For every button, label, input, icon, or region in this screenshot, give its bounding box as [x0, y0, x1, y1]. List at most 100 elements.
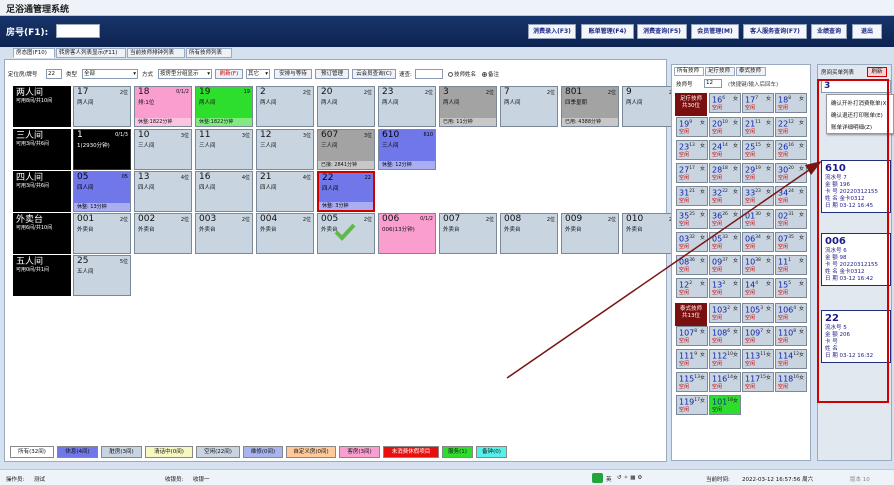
room-tile[interactable]: 11 3位 三人间 — [195, 129, 253, 170]
technician-tile[interactable]: 3323 女空闲 — [742, 186, 774, 206]
context-menu-item[interactable]: 确认退还打印账单(E) — [831, 111, 883, 119]
room-tile[interactable]: 05 05 四人间 休整: 13分钟 — [73, 171, 131, 212]
room-tile[interactable]: 21 4位 四人间 — [256, 171, 314, 212]
bill-card[interactable]: 22 流水号 5金 额 206 卡 号姓 名日 期 03-12 16:32 — [821, 310, 891, 363]
technician-tile[interactable]: 11311 女空闲 — [742, 349, 774, 369]
room-tile[interactable]: 1 0/1/3 1(2930分钟) — [73, 129, 131, 170]
technician-tile[interactable]: 133 女空闲 — [709, 278, 741, 298]
technician-tile[interactable]: 11210 女空闲 — [709, 349, 741, 369]
locate-input[interactable]: 22 — [46, 69, 62, 79]
technician-tile[interactable]: 11816 女空闲 — [775, 372, 807, 392]
room-tile[interactable]: 13 4位 四人间 — [134, 171, 192, 212]
room-number-input[interactable] — [56, 24, 100, 38]
legend-filter[interactable]: 休息(4间) — [57, 446, 98, 458]
technician-tile[interactable]: 11917 女空闲 — [676, 395, 708, 415]
tech-tab[interactable]: 泰式技师 — [736, 67, 766, 76]
technician-tile[interactable]: 2515 女空闲 — [742, 140, 774, 160]
business-query-button[interactable]: 业绩查询 — [811, 24, 847, 39]
room-tile[interactable]: 16 4位 四人间 — [195, 171, 253, 212]
technician-tile[interactable]: 11614 女空闲 — [709, 372, 741, 392]
room-tile[interactable]: 009 2位 外卖台 — [561, 213, 619, 254]
room-tile[interactable]: 12 3位 三人间 — [256, 129, 314, 170]
legend-filter[interactable]: 服务(1) — [442, 446, 473, 458]
room-tile[interactable]: 19 19 两人间 休整:1822分钟 — [195, 86, 253, 127]
room-tile[interactable]: 004 2位 外卖台 — [256, 213, 314, 254]
technician-tile[interactable]: 155 女空闲 — [775, 278, 807, 298]
technician-tile[interactable]: 11715 女空闲 — [742, 372, 774, 392]
view-tab[interactable]: 当前技师排钟列表 — [127, 48, 185, 58]
room-tile[interactable]: 801 2位 四季皇朝 已用: 4388分钟 — [561, 86, 619, 127]
room-tile[interactable]: 22 22 四人间 休整: 3分钟 — [317, 171, 375, 212]
technician-tile[interactable]: 0735 女空闲 — [775, 232, 807, 252]
technician-tile[interactable]: 2010 女空闲 — [709, 117, 741, 137]
technician-tile[interactable]: 11412 女空闲 — [775, 349, 807, 369]
technician-tile[interactable]: 2919 女空闲 — [742, 163, 774, 183]
tech-tab[interactable]: 足疗技师 — [705, 67, 735, 76]
technician-tile[interactable]: 0634 女空闲 — [742, 232, 774, 252]
legend-filter[interactable]: 脏房(3间) — [101, 446, 142, 458]
technician-tile[interactable]: 0231 女空闲 — [775, 209, 807, 229]
room-tile[interactable]: 002 2位 外卖台 — [134, 213, 192, 254]
legend-filter[interactable]: 自定义房(0间) — [286, 446, 336, 458]
technician-tile[interactable]: 2818 女空闲 — [709, 163, 741, 183]
technician-tile[interactable]: 2717 女空闲 — [676, 163, 708, 183]
room-tile[interactable]: 17 2位 两人间 — [73, 86, 131, 127]
technician-tile[interactable]: 3020 女空闲 — [775, 163, 807, 183]
room-tile[interactable]: 607 3位 三人间 已接: 2841分钟 — [317, 129, 375, 170]
service-query-button[interactable]: 客人服务查询(F7) — [743, 24, 807, 39]
technician-tile[interactable]: 1097 女空闲 — [742, 326, 774, 346]
technician-tile[interactable]: 1053 女空闲 — [742, 303, 774, 323]
technician-tile[interactable]: 0533 女空闲 — [709, 232, 741, 252]
room-tile[interactable]: 18 0/1/2 排:1位 休整:1822分钟 — [134, 86, 192, 127]
room-tile[interactable]: 007 2位 外卖台 — [439, 213, 497, 254]
tech-category[interactable]: 泰式技师 共13位 — [675, 303, 707, 326]
bill-mgmt-button[interactable]: 账单管理(F4) — [581, 24, 634, 39]
legend-filter[interactable]: 维修(0间) — [243, 446, 283, 458]
tech-name-radio[interactable]: 技师姓名 — [448, 70, 476, 78]
bill-refresh-button[interactable]: 刷新 — [867, 67, 887, 77]
technician-tile[interactable]: 2212 女空闲 — [775, 117, 807, 137]
technician-tile[interactable]: 3525 女空闲 — [676, 209, 708, 229]
technician-tile[interactable]: 166 女空闲 — [709, 93, 741, 113]
technician-tile[interactable]: 3222 女空闲 — [709, 186, 741, 206]
technician-tile[interactable]: 2616 女空闲 — [775, 140, 807, 160]
room-tile[interactable]: 10 3位 三人间 — [134, 129, 192, 170]
technician-tile[interactable]: 0836 女空闲 — [676, 255, 708, 275]
view-tab[interactable]: 转房客人列表显示(F11) — [56, 48, 126, 58]
arrange-button[interactable]: 安排与等待 — [274, 69, 312, 79]
legend-filter[interactable]: 未消费休假项目 — [383, 446, 439, 458]
cloud-member-button[interactable]: 云会员查询(C) — [352, 69, 396, 79]
technician-tile[interactable]: 3626 女空闲 — [709, 209, 741, 229]
tech-tab[interactable]: 所有技师 — [674, 67, 704, 76]
legend-filter[interactable]: 客房(3间) — [339, 446, 380, 458]
legend-filter[interactable]: 所有(32间) — [10, 446, 54, 458]
mode-select[interactable]: 按房型分组显示 ▾ — [158, 69, 212, 79]
room-tile[interactable]: 3 2位 两人间 已用: 11分钟 — [439, 86, 497, 127]
remark-radio[interactable]: 备注 — [482, 70, 499, 78]
technician-tile[interactable]: 3424 女空闲 — [775, 186, 807, 206]
tech-category[interactable]: 足疗技师 共30位 — [675, 93, 707, 116]
room-tile[interactable]: 23 2位 两人间 — [378, 86, 436, 127]
technician-tile[interactable]: 122 女空闲 — [676, 278, 708, 298]
technician-tile[interactable]: 11513 女空闲 — [676, 372, 708, 392]
member-mgmt-button[interactable]: 会员管理(M) — [691, 24, 739, 39]
bill-card[interactable]: 006 流水号 6金 额 98 卡 号 20220312155 姓 名 金卡0312 日… — [821, 233, 891, 286]
tech-search-input[interactable]: 12 — [704, 79, 722, 88]
room-tile[interactable]: 003 2位 外卖台 — [195, 213, 253, 254]
legend-filter[interactable]: 备钟(0) — [476, 446, 507, 458]
exit-button[interactable]: 退出 — [852, 24, 882, 39]
technician-tile[interactable]: 3121 女空闲 — [676, 186, 708, 206]
context-menu-item[interactable]: 确认开补打消费账单(X) — [831, 99, 889, 107]
reserve-button[interactable]: 预订管理 — [315, 69, 349, 79]
technician-tile[interactable]: 199 女空闲 — [676, 117, 708, 137]
bill-selected-item[interactable]: 3 — [821, 80, 891, 93]
room-tile[interactable]: 008 2位 外卖台 — [500, 213, 558, 254]
technician-tile[interactable]: 1119 女空闲 — [676, 349, 708, 369]
technician-tile[interactable]: 0332 女空闲 — [676, 232, 708, 252]
technician-tile[interactable]: 0130 女空闲 — [742, 209, 774, 229]
technician-tile[interactable]: 188 女空闲 — [775, 93, 807, 113]
legend-filter[interactable]: 清话中(0间) — [145, 446, 193, 458]
speed-input[interactable] — [415, 69, 443, 79]
room-tile[interactable]: 25 5位 五人间 — [73, 255, 131, 296]
technician-tile[interactable]: 2414 女空闲 — [709, 140, 741, 160]
